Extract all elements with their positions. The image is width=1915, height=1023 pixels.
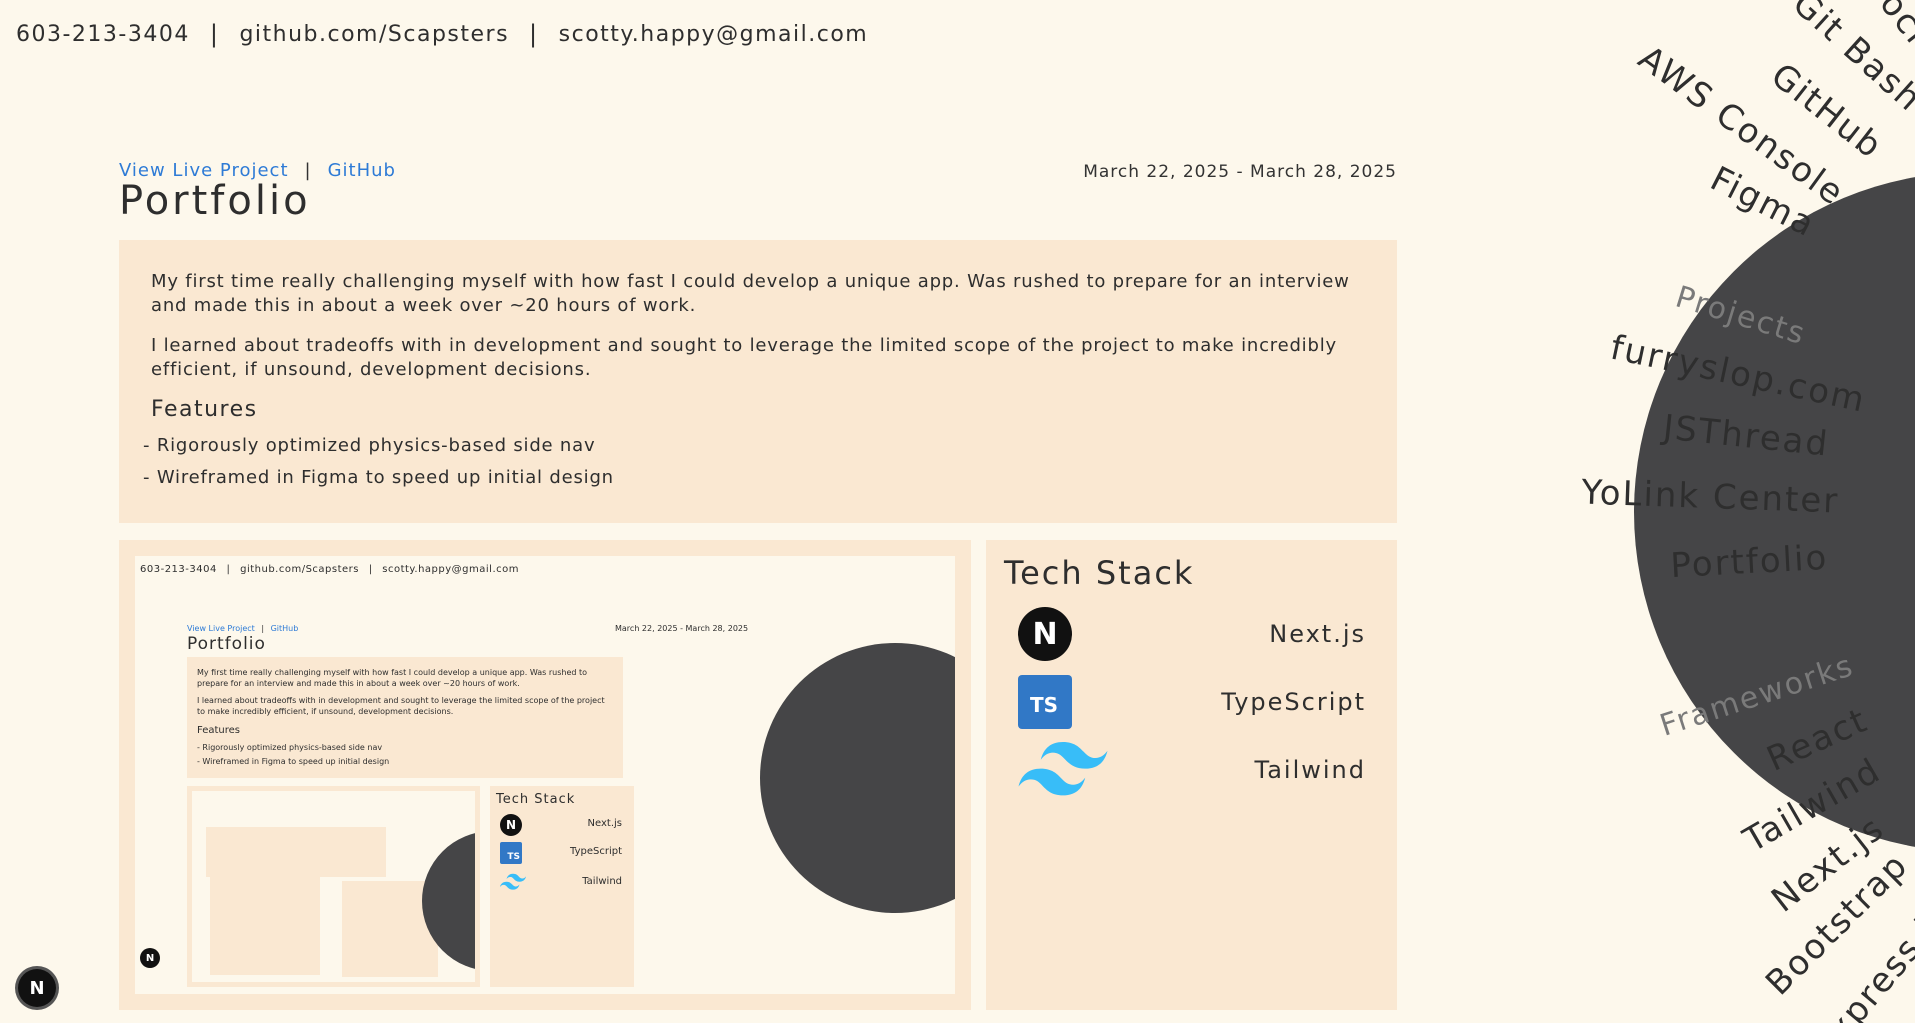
tailwind-icon [499, 873, 527, 890]
tech-stack-heading: Tech Stack [496, 792, 576, 807]
nextjs-icon: N [1018, 607, 1072, 661]
screenshot-image: 603-213-3404 | github.com/Scapsters | sc… [135, 556, 955, 994]
separator: | [209, 20, 220, 48]
project-screenshot: 603-213-3404 | github.com/Scapsters | sc… [119, 540, 971, 1010]
tech-stack-name: Tailwind [582, 876, 622, 887]
separator: | [226, 564, 231, 575]
side-nav: Dock Git Bash GitHub AWS Console Figma Projec… [1400, 0, 1915, 1023]
nested-description [206, 827, 386, 877]
github-link[interactable]: github.com/Scapsters [239, 22, 509, 47]
project-dates: March 22, 2025 - March 28, 2025 [1083, 162, 1397, 182]
view-live-project-link: View Live Project [187, 624, 255, 633]
tech-stack-name: Tailwind [1254, 756, 1366, 784]
tech-stack-name: Next.js [587, 818, 622, 829]
screenshot-project-links: View Live Project | GitHub [187, 624, 298, 633]
description-paragraph: I learned about tradeoffs with in develo… [197, 696, 605, 716]
phone-number: 603-213-3404 [16, 21, 190, 47]
screenshot-badge: N [140, 948, 160, 968]
screenshot-contact-bar: 603-213-3404 | github.com/Scapsters | sc… [140, 564, 519, 575]
project-github-link: GitHub [270, 624, 299, 633]
feature-item: - Rigorously optimized physics-based sid… [197, 743, 383, 752]
project-github-link[interactable]: GitHub [328, 160, 396, 181]
nextjs-dev-badge[interactable]: N [18, 969, 56, 1007]
phone-number: 603-213-3404 [140, 564, 217, 575]
email-link: scotty.happy@gmail.com [382, 564, 519, 575]
nextjs-icon: N [500, 814, 522, 836]
tech-stack-name: TypeScript [1221, 688, 1366, 716]
tech-stack-name: Next.js [1269, 620, 1366, 648]
project-description: My first time really challenging myself … [119, 240, 1397, 523]
side-nav-wheel: DockGit BashGitHubAWS ConsoleFigmaProjec… [1580, 0, 1915, 1023]
features-list: - Rigorously optimized physics-based sid… [143, 434, 1365, 490]
feature-item: - Rigorously optimized physics-based sid… [143, 435, 596, 456]
nav-item-yolink-center[interactable]: YoLink Center [1580, 472, 1840, 521]
description-paragraph: My first time really challenging myself … [197, 668, 588, 688]
typescript-icon: TS [500, 842, 522, 864]
description-paragraph: I learned about tradeoffs with in develo… [151, 335, 1337, 380]
tech-stack-item-nextjs: N Next.js [1018, 606, 1366, 662]
screenshot-side-nav [760, 643, 955, 913]
separator: | [261, 624, 265, 633]
features-heading: Features [151, 397, 258, 422]
separator: | [368, 564, 373, 575]
typescript-icon: TS [1018, 675, 1072, 729]
contact-bar: 603-213-3404 | github.com/Scapsters | sc… [16, 20, 868, 48]
nested-shot [210, 875, 320, 975]
screenshot-title: Portfolio [187, 634, 266, 654]
feature-item: - Wireframed in Figma to speed up initia… [197, 757, 390, 766]
tech-stack-name: TypeScript [570, 846, 622, 857]
tailwind-icon [1018, 742, 1108, 796]
screenshot-nested-shot [187, 786, 480, 987]
page-title: Portfolio [119, 178, 311, 224]
email-link[interactable]: scotty.happy@gmail.com [559, 22, 869, 47]
screenshot-wheel [760, 643, 955, 913]
feature-item: - Wireframed in Figma to speed up initia… [143, 467, 614, 488]
tech-stack-card: Tech Stack N Next.js TS TypeScript Tailw… [986, 540, 1397, 1010]
screenshot-description: My first time really challenging myself … [187, 657, 623, 778]
github-link: github.com/Scapsters [240, 564, 359, 575]
nav-item-portfolio[interactable]: Portfolio [1670, 538, 1830, 586]
separator: | [529, 20, 539, 48]
features-heading: Features [197, 725, 240, 736]
tech-stack-item-typescript: TS TypeScript [1018, 674, 1366, 730]
screenshot-tech-stack: Tech Stack N Next.js TS TypeScript Tailw… [490, 786, 634, 987]
tech-stack-item-tailwind: Tailwind [1018, 742, 1366, 798]
tech-stack-heading: Tech Stack [1004, 554, 1195, 592]
nested-screenshot-image [192, 791, 475, 982]
description-paragraph: My first time really challenging myself … [151, 271, 1350, 316]
